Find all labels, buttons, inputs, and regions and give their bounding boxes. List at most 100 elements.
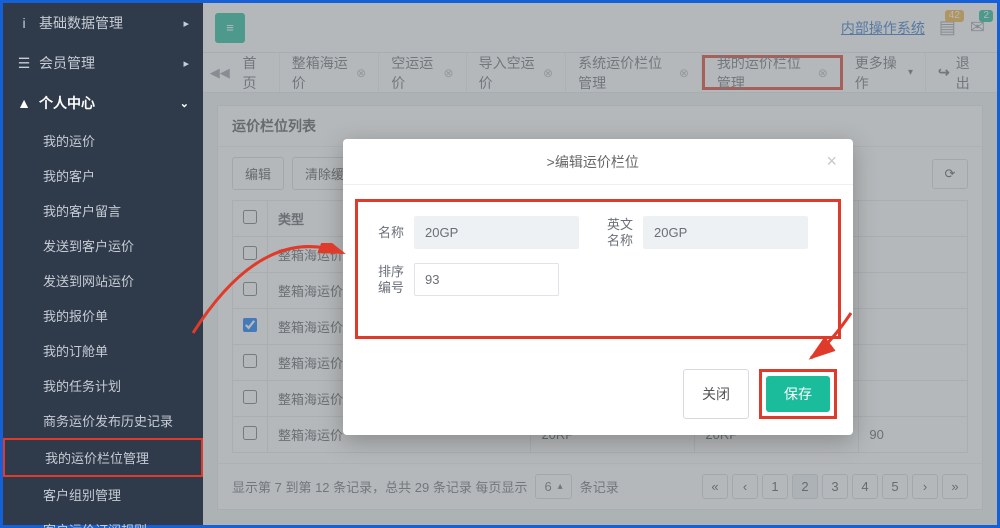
edit-column-modal: >编辑运价栏位 × 名称 英文名称 排序编号 [343, 139, 853, 435]
tab-more-actions[interactable]: 更多操作 ▾ [843, 53, 926, 92]
tab-label: 整箱海运价 [292, 53, 350, 93]
close-icon[interactable]: ⊗ [356, 66, 366, 80]
pager-button[interactable]: 5 [882, 474, 908, 499]
row-checkbox[interactable] [243, 390, 257, 404]
chevron-down-icon: ⌄ [180, 97, 189, 110]
sidebar-group-label: 会员管理 [39, 53, 95, 73]
save-button[interactable]: 保存 [766, 376, 830, 412]
name-label: 名称 [374, 225, 404, 241]
pager-button[interactable]: 4 [852, 474, 878, 499]
refresh-button[interactable]: ⟳ [932, 159, 968, 189]
tab-label: 首页 [243, 53, 267, 93]
page-size-select[interactable]: 6 ▴ [535, 474, 571, 499]
tab[interactable]: 空运运价 ⊗ [379, 53, 466, 92]
tab-label: 导入空运价 [479, 53, 537, 93]
tab-label: 空运运价 [391, 53, 437, 93]
sidebar: i 基础数据管理 ▸ ☰ 会员管理 ▸ ▲ 个人中心 ⌄ 我的运价我的客户我的客… [3, 3, 203, 525]
refresh-icon: ⟳ [945, 166, 956, 182]
chevron-right-icon: ▸ [183, 17, 189, 30]
topbar: ≡ 内部操作系统 ▤ 42 ✉ 2 [203, 3, 997, 53]
select-all-checkbox[interactable] [243, 210, 257, 224]
pager: «‹12345›» [702, 474, 968, 499]
chevron-up-icon: ▴ [558, 481, 563, 492]
logout-button[interactable]: ↪ 退出 [926, 53, 991, 92]
sidebar-item[interactable]: 我的客户 [3, 158, 203, 193]
order-label: 排序编号 [374, 264, 404, 295]
sidebar-item[interactable]: 我的运价 [3, 123, 203, 158]
sidebar-group-personal[interactable]: ▲ 个人中心 ⌄ [3, 83, 203, 123]
order-input[interactable] [414, 263, 559, 296]
tab[interactable]: 我的运价栏位管理 ⊗ [702, 55, 843, 90]
row-checkbox[interactable] [243, 246, 257, 260]
edit-button[interactable]: 编辑 [232, 157, 284, 190]
cell [859, 381, 968, 417]
sidebar-group-member[interactable]: ☰ 会员管理 ▸ [3, 43, 203, 83]
cell [859, 345, 968, 381]
row-checkbox[interactable] [243, 318, 257, 332]
close-icon[interactable]: ⊗ [818, 66, 828, 80]
sidebar-item[interactable]: 我的报价单 [3, 298, 203, 333]
pager-button[interactable]: › [912, 474, 938, 499]
sidebar-group-basic-data[interactable]: i 基础数据管理 ▸ [3, 3, 203, 43]
sidebar-item[interactable]: 我的运价栏位管理 [3, 438, 203, 477]
cell [859, 309, 968, 345]
sidebar-item[interactable]: 商务运价发布历史记录 [3, 403, 203, 438]
modal-title: >编辑运价栏位 [359, 152, 826, 172]
save-button-highlight: 保存 [759, 369, 837, 419]
close-icon[interactable]: ⊗ [444, 66, 454, 80]
chevron-down-icon: ▾ [908, 67, 913, 78]
double-chevron-left-icon: ◀◀ [210, 65, 230, 81]
sidebar-item[interactable]: 客户组别管理 [3, 477, 203, 512]
pagination-info: 显示第 7 到第 12 条记录，总共 29 条记录 每页显示 [232, 477, 527, 496]
row-checkbox[interactable] [243, 354, 257, 368]
name-input[interactable] [414, 216, 579, 249]
chevron-right-icon: ▸ [183, 57, 189, 70]
pager-button[interactable]: « [702, 474, 728, 499]
tab[interactable]: 首页 [231, 53, 280, 92]
sidebar-item[interactable]: 我的订舱单 [3, 333, 203, 368]
table-footer: 显示第 7 到第 12 条记录，总共 29 条记录 每页显示 6 ▴ 条记录 «… [218, 463, 982, 509]
tab-label: 我的运价栏位管理 [717, 53, 812, 93]
tab[interactable]: 整箱海运价 ⊗ [280, 53, 379, 92]
logout-icon: ↪ [938, 64, 950, 81]
users-icon: ☰ [17, 55, 31, 72]
notification-badge: 42 [945, 10, 964, 22]
notifications-button[interactable]: ▤ 42 [939, 17, 956, 38]
enname-input[interactable] [643, 216, 808, 249]
pager-button[interactable]: » [942, 474, 968, 499]
close-icon[interactable]: ⊗ [679, 66, 689, 80]
tab[interactable]: 导入空运价 ⊗ [467, 53, 566, 92]
modal-close-icon[interactable]: × [826, 151, 837, 172]
close-icon[interactable]: ⊗ [543, 66, 553, 80]
tabs-collapse-button[interactable]: ◀◀ [209, 53, 231, 92]
sidebar-item[interactable]: 我的客户留言 [3, 193, 203, 228]
sidebar-item[interactable]: 我的任务计划 [3, 368, 203, 403]
pager-button[interactable]: ‹ [732, 474, 758, 499]
row-checkbox[interactable] [243, 282, 257, 296]
info-icon: i [17, 15, 31, 31]
messages-button[interactable]: ✉ 2 [970, 17, 985, 38]
pager-button[interactable]: 2 [792, 474, 818, 499]
message-badge: 2 [979, 10, 993, 22]
internal-system-link[interactable]: 内部操作系统 [841, 18, 925, 38]
menu-toggle-button[interactable]: ≡ [215, 13, 245, 43]
user-icon: ▲ [17, 95, 31, 111]
sidebar-item[interactable]: 发送到网站运价 [3, 263, 203, 298]
cell [859, 237, 968, 273]
sidebar-group-label: 个人中心 [39, 93, 95, 113]
tab-label: 系统运价栏位管理 [578, 53, 673, 93]
pager-button[interactable]: 1 [762, 474, 788, 499]
modal-close-button[interactable]: 关闭 [683, 369, 749, 419]
cell [859, 273, 968, 309]
tab[interactable]: 系统运价栏位管理 ⊗ [566, 53, 702, 92]
logout-label: 退出 [956, 53, 979, 93]
form-highlight: 名称 英文名称 排序编号 [355, 199, 841, 339]
row-checkbox[interactable] [243, 426, 257, 440]
sidebar-group-label: 基础数据管理 [39, 13, 123, 33]
pager-button[interactable]: 3 [822, 474, 848, 499]
sidebar-item[interactable]: 发送到客户运价 [3, 228, 203, 263]
sidebar-item[interactable]: 客户运价订阅规则 [3, 512, 203, 528]
enname-label: 英文名称 [603, 217, 633, 248]
cell: 90 [859, 417, 968, 453]
menu-icon: ≡ [226, 20, 234, 35]
